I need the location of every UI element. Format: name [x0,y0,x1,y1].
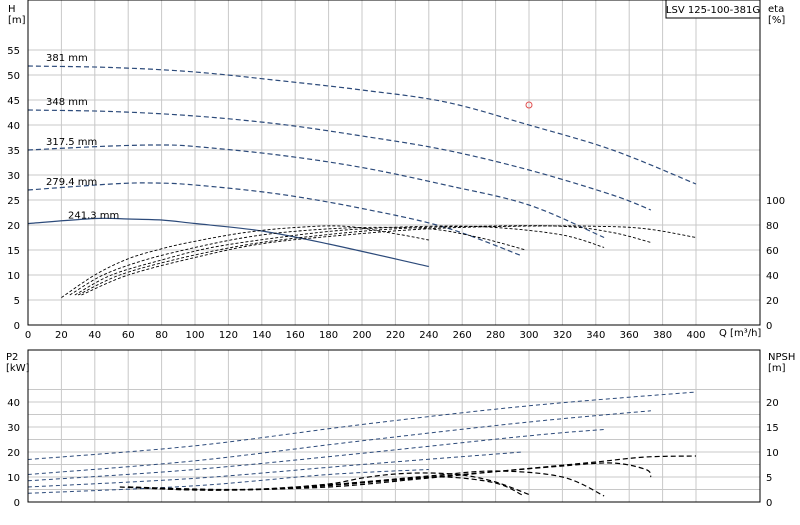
head-curve-label: 279.4 mm [46,177,97,188]
x-axis-label: Q [m³/h] [719,328,761,339]
bottom-left-ylabel: P2 [kW] [6,352,30,374]
chart-title: LSV 125-100-381G [666,5,760,16]
y2-tick-label: 100 [766,196,785,207]
p2-tick-label: 10 [7,473,20,484]
x-tick-label: 40 [88,330,101,341]
pump-performance-chart: 381 mm 348 mm 317.5 mm 279.4 mm 241.3 mm 0 20… [0,0,800,520]
x-tick-label: 400 [686,330,705,341]
y2-tick-label: 20 [766,296,779,307]
chart-svg: 381 mm 348 mm 317.5 mm 279.4 mm 241.3 mm 0 20… [6,0,795,509]
efficiency-curve [81,225,697,296]
x-tick-label: 60 [122,330,135,341]
top-axes: 0 20 40 60 80 100 120 140 160 180 200 220 240 260 280 3… [7,46,785,341]
top-grid [27,0,760,326]
y2-axis-label-npsh: NPSH [m] [768,352,795,374]
x-tick-label: 0 [25,330,31,341]
top-plot-frame [27,0,761,326]
y2-tick-label: 0 [766,321,772,332]
x-tick-label: 360 [620,330,639,341]
y-tick-label: 20 [7,221,20,232]
head-curve-label: 348 mm [46,97,88,108]
x-tick-label: 240 [419,330,438,341]
head-curve-label: 317.5 mm [46,137,97,148]
bottom-right-ylabel: NPSH [m] [768,352,795,374]
head-curve-label: 241.3 mm [68,211,119,222]
npsh-curve [128,470,605,497]
x-tick-label: 160 [286,330,305,341]
efficiency-curve [61,225,429,298]
y-tick-label: 0 [14,321,20,332]
x-tick-label: 380 [653,330,672,341]
y2-tick-label: 80 [766,221,779,232]
npsh-curve [119,472,530,496]
npsh-tick-label: 5 [766,473,772,484]
x-tick-label: 200 [352,330,371,341]
power-curve [27,451,523,488]
top-left-ylabel: H [m] [8,4,26,26]
y-tick-label: 35 [7,146,20,157]
head-curve [27,144,605,239]
power-curve [27,429,605,482]
x-tick-label: 340 [586,330,605,341]
x-tick-label: 180 [319,330,338,341]
npsh-curve [128,462,652,491]
y-tick-label: 5 [14,296,20,307]
npsh-tick-label: 15 [766,423,779,434]
efficiency-curve [77,225,652,296]
y-tick-label: 30 [7,171,20,182]
y2-axis-label-eta: eta [%] [768,4,785,26]
y2-tick-label: 40 [766,271,779,282]
y-tick-label: 25 [7,196,20,207]
x-tick-label: 260 [453,330,472,341]
y-tick-label: 50 [7,71,20,82]
p2-tick-label: 20 [7,448,20,459]
y-tick-label: 40 [7,121,20,132]
x-tick-label: 300 [519,330,538,341]
top-right-ylabel: eta [%] [768,4,785,26]
p2-tick-label: 40 [7,398,20,409]
npsh-tick-label: 20 [766,398,779,409]
x-tick-label: 140 [252,330,271,341]
efficiency-curve [74,225,605,296]
x-tick-label: 220 [386,330,405,341]
x-tick-label: 100 [185,330,204,341]
y-tick-label: 10 [7,271,20,282]
y-axis-label-h: H [m] [8,4,26,26]
p2-tick-label: 0 [14,498,20,509]
y2-tick-label: 60 [766,246,779,257]
y-tick-label: 15 [7,246,20,257]
x-tick-label: 280 [486,330,505,341]
x-tick-label: 320 [553,330,572,341]
head-curve-label: 381 mm [46,53,88,64]
x-tick-label: 80 [155,330,168,341]
npsh-curve [128,476,523,496]
npsh-tick-label: 10 [766,448,779,459]
y-tick-label: 55 [7,46,20,57]
y-tick-label: 45 [7,96,20,107]
npsh-tick-label: 0 [766,498,772,509]
x-tick-label: 120 [219,330,238,341]
p2-tick-label: 30 [7,423,20,434]
y-axis-label-p2: P2 [kW] [6,352,30,374]
x-tick-label: 20 [55,330,68,341]
